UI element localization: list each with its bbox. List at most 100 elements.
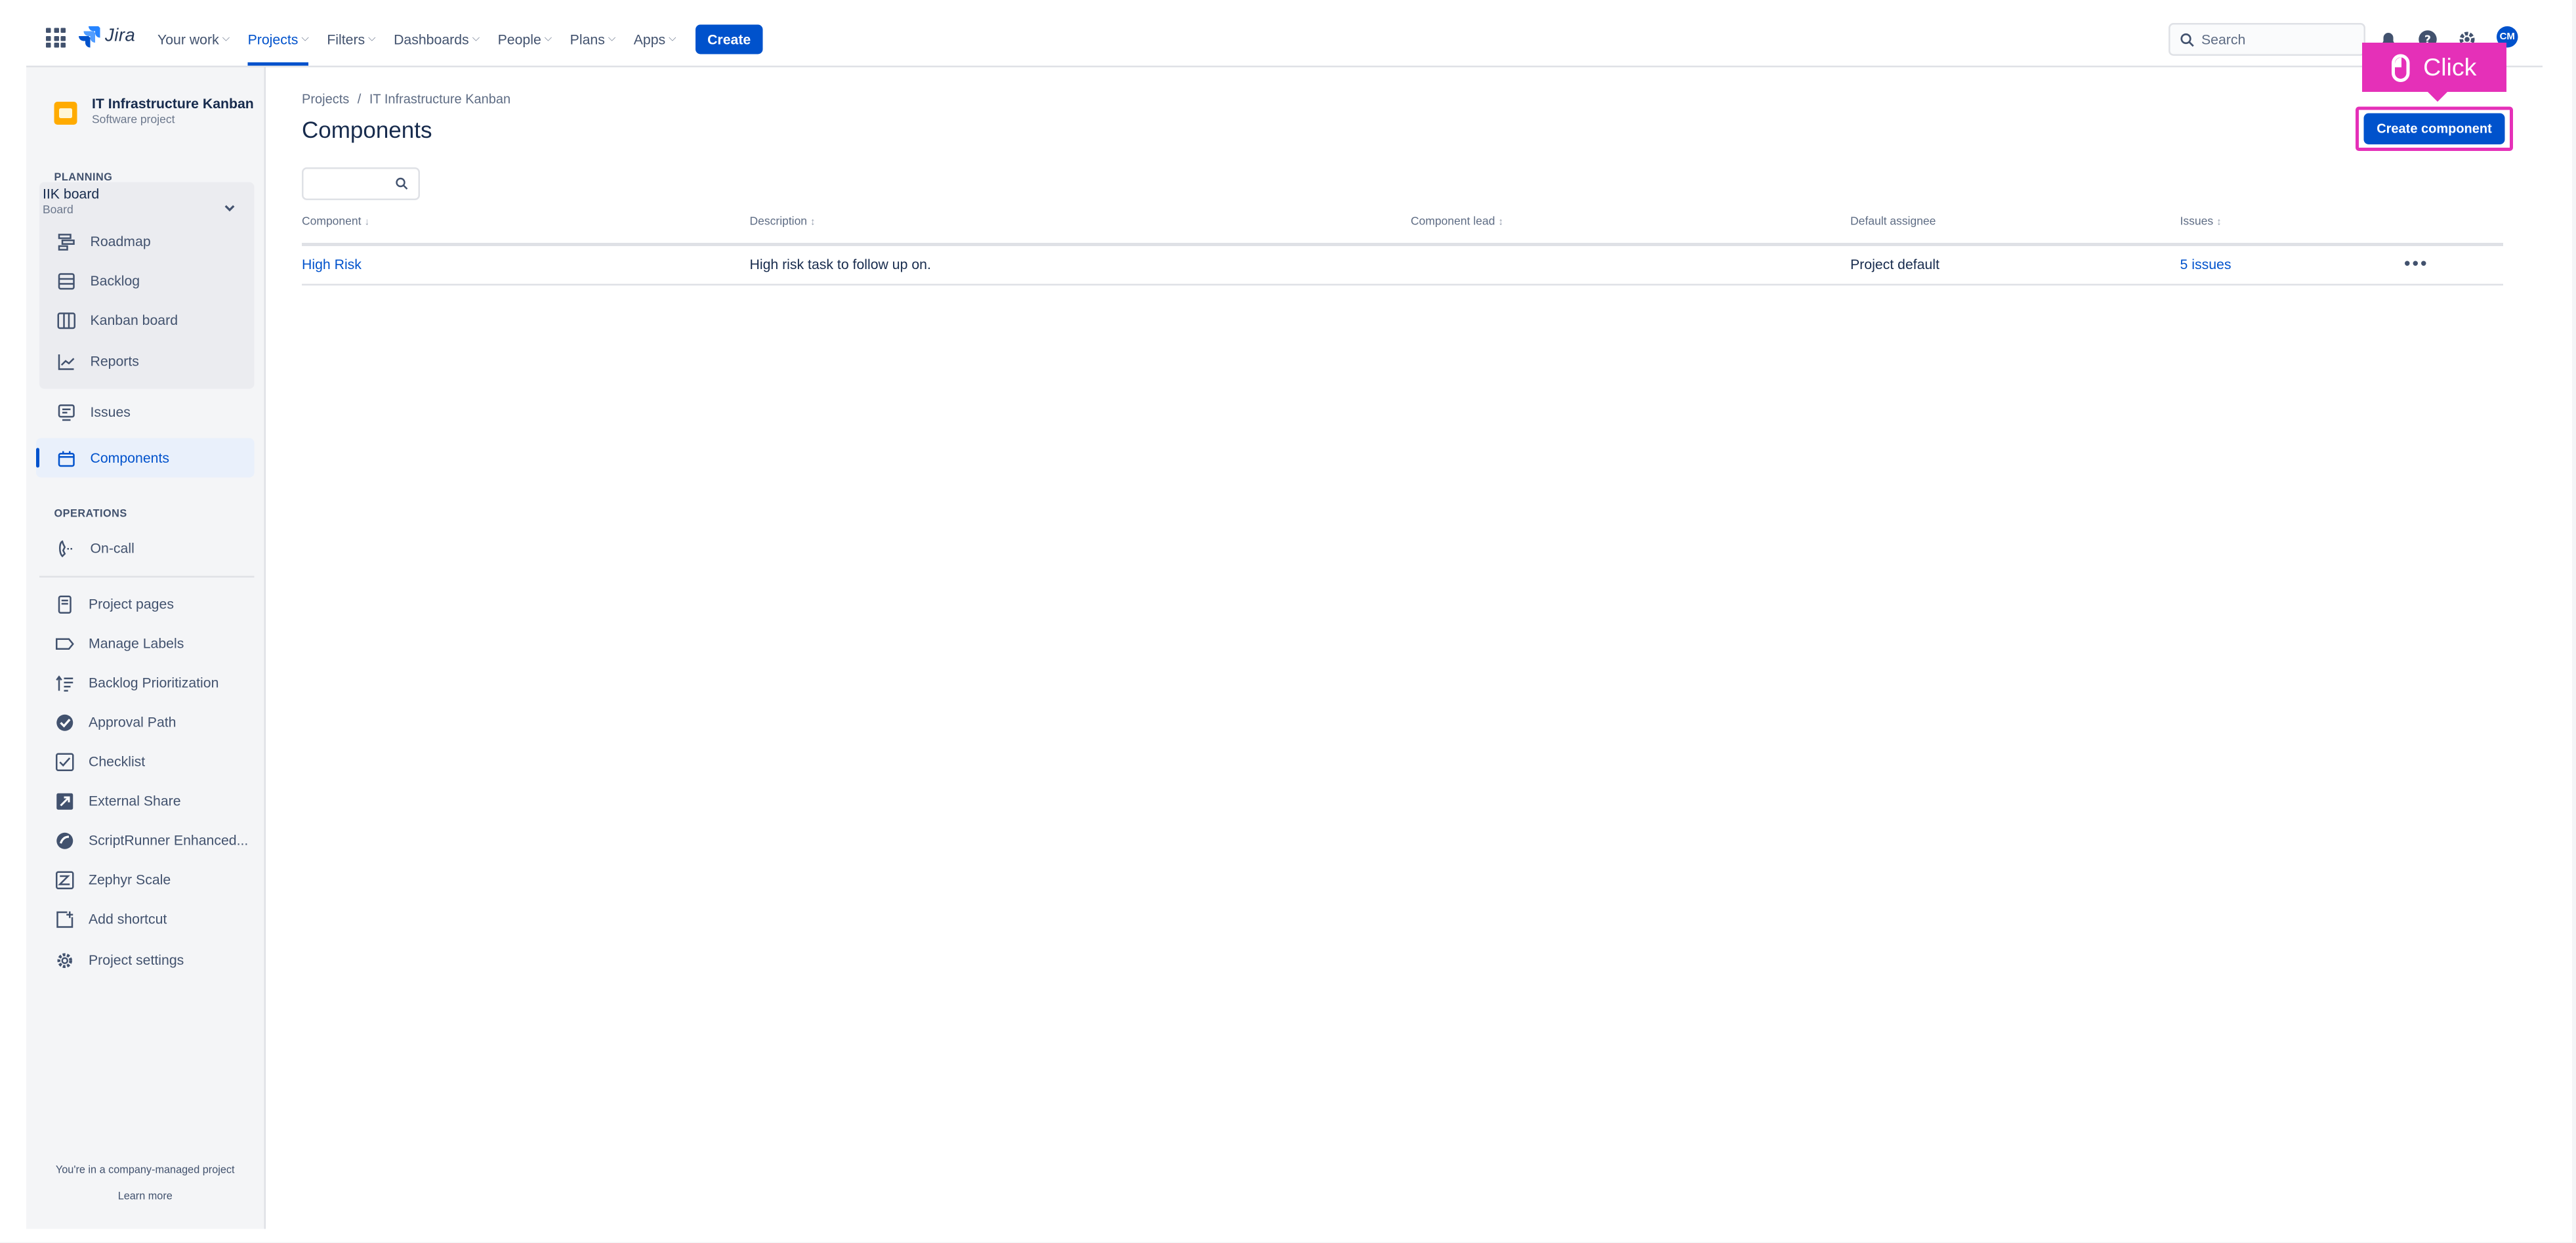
chevron-down-icon: ⌵: [222, 33, 230, 44]
column-header-label: Description: [749, 217, 808, 228]
add-shortcut-icon: [54, 909, 74, 929]
scriptrunner-icon: [54, 830, 74, 850]
search-input[interactable]: Search: [2169, 23, 2365, 56]
learn-more-link[interactable]: Learn more: [26, 1191, 264, 1203]
column-header-component-lead[interactable]: Component lead ↕: [1411, 217, 1503, 228]
nav-label: Dashboards: [394, 31, 469, 48]
sidebar-item-backlog-prioritization[interactable]: Backlog Prioritization: [54, 669, 218, 696]
nav-label: Your work: [157, 31, 219, 48]
component-name-link[interactable]: High Risk: [302, 256, 362, 272]
nav-your-work[interactable]: Your work ⌵: [157, 13, 230, 66]
primary-nav: Your work ⌵ Projects ⌵ Filters ⌵ Dashboards…: [157, 13, 762, 66]
chevron-down-icon: ⌵: [669, 33, 676, 44]
sidebar-item-on-call[interactable]: On-call: [56, 535, 135, 561]
sidebar-item-label: Approval Path: [89, 713, 177, 730]
sidebar-item-kanban-board[interactable]: Kanban board: [56, 307, 178, 333]
header-divider: [302, 243, 2503, 246]
sidebar-item-scriptrunner[interactable]: ScriptRunner Enhanced...: [54, 827, 248, 853]
kanban-board-icon: [56, 310, 75, 330]
sidebar-item-label: Project settings: [89, 952, 184, 968]
project-name: IT Infrastructure Kanban: [92, 95, 254, 112]
mouse-icon: [2392, 53, 2411, 81]
chevron-down-icon: ⌵: [544, 33, 552, 44]
sidebar-item-zephyr-scale[interactable]: Zephyr Scale: [54, 866, 171, 893]
sidebar-item-label: Components: [90, 450, 170, 466]
more-actions-icon[interactable]: [2405, 261, 2426, 266]
sidebar-item-project-settings[interactable]: Project settings: [54, 947, 184, 973]
nav-apps[interactable]: Apps ⌵: [634, 13, 676, 66]
nav-projects[interactable]: Projects ⌵: [247, 13, 310, 66]
chevron-down-icon: ⌵: [608, 33, 616, 44]
nav-label: People: [497, 31, 541, 48]
nav-plans[interactable]: Plans ⌵: [570, 13, 616, 66]
component-search-input[interactable]: [302, 167, 420, 200]
create-component-button[interactable]: Create component: [2363, 113, 2505, 144]
sidebar-item-project-pages[interactable]: Project pages: [54, 591, 174, 617]
column-header-component[interactable]: Component ↓: [302, 217, 369, 228]
jira-logo[interactable]: Jira: [77, 25, 136, 48]
row-divider: [302, 284, 2503, 285]
column-header-label: Component lead: [1411, 217, 1495, 228]
column-header-label: Component: [302, 217, 362, 228]
top-navigation: Jira Your work ⌵ Projects ⌵ Filters ⌵ Dashb…: [26, 13, 2543, 68]
nav-label: Projects: [247, 31, 299, 48]
jira-logo-icon: [79, 26, 100, 48]
sort-arrow-icon: ↓: [364, 218, 370, 228]
project-header[interactable]: IT Infrastructure Kanban Software projec…: [54, 95, 254, 127]
sort-icon: ↕: [810, 218, 816, 228]
sidebar-item-backlog[interactable]: Backlog: [56, 268, 140, 294]
sidebar-item-manage-labels[interactable]: Manage Labels: [54, 630, 184, 656]
sidebar-item-label: Manage Labels: [89, 635, 184, 652]
sidebar-item-label: Reports: [90, 352, 139, 369]
nav-filters[interactable]: Filters ⌵: [327, 13, 375, 66]
sidebar-item-roadmap[interactable]: Roadmap: [56, 228, 151, 255]
component-description: High risk task to follow up on.: [749, 256, 931, 272]
chevron-down-icon: ⌵: [472, 33, 480, 44]
app-switcher-icon[interactable]: [46, 28, 66, 48]
sidebar-item-external-share[interactable]: External Share: [54, 788, 181, 814]
project-sidebar: IT Infrastructure Kanban Software projec…: [26, 67, 266, 1229]
sidebar-item-label: Backlog: [90, 272, 140, 289]
operations-heading: OPERATIONS: [54, 509, 127, 520]
external-share-icon: [54, 791, 74, 811]
sidebar-divider: [39, 576, 255, 578]
click-annotation-label: Click: [2423, 53, 2477, 81]
search-placeholder: Search: [2201, 31, 2246, 48]
column-header-issues[interactable]: Issues ↕: [2180, 217, 2222, 228]
sidebar-item-checklist[interactable]: Checklist: [54, 748, 146, 774]
sidebar-item-label: Issues: [90, 404, 131, 420]
sidebar-item-components[interactable]: Components: [56, 445, 169, 471]
breadcrumb: Projects / IT Infrastructure Kanban: [302, 92, 510, 107]
search-icon: [396, 177, 408, 190]
company-managed-note: You're in a company-managed project: [55, 1165, 235, 1177]
chevron-down-icon[interactable]: [223, 202, 236, 215]
approval-path-icon: [54, 712, 74, 732]
sidebar-item-label: Kanban board: [90, 312, 178, 328]
checklist-icon: [54, 751, 74, 771]
nav-label: Filters: [327, 31, 365, 48]
chevron-down-icon: ⌵: [368, 33, 376, 44]
breadcrumb-projects[interactable]: Projects: [302, 92, 349, 107]
gear-icon: [54, 950, 74, 970]
nav-dashboards[interactable]: Dashboards ⌵: [394, 13, 480, 66]
sidebar-item-label: Roadmap: [90, 233, 151, 249]
sidebar-item-reports[interactable]: Reports: [56, 348, 139, 374]
click-annotation: Click: [2362, 43, 2506, 102]
nav-people[interactable]: People ⌵: [498, 13, 552, 66]
create-button[interactable]: Create: [696, 24, 762, 54]
project-avatar-icon: [54, 102, 77, 125]
sidebar-item-label: Checklist: [89, 753, 146, 770]
sidebar-item-issues[interactable]: Issues: [56, 399, 131, 425]
prioritization-icon: [54, 673, 74, 692]
board-sub: Board: [43, 205, 73, 217]
reports-icon: [56, 351, 75, 371]
column-header-description[interactable]: Description ↕: [750, 217, 816, 228]
sidebar-item-approval-path[interactable]: Approval Path: [54, 709, 177, 735]
issues-count-link[interactable]: 5 issues: [2180, 256, 2232, 272]
column-header-label: Default assignee: [1850, 217, 1936, 228]
board-selector[interactable]: IIK board Board: [43, 186, 99, 217]
on-call-icon: [56, 538, 75, 558]
board-name: IIK board: [43, 185, 100, 202]
breadcrumb-project[interactable]: IT Infrastructure Kanban: [369, 92, 510, 107]
sidebar-item-add-shortcut[interactable]: Add shortcut: [54, 906, 167, 932]
